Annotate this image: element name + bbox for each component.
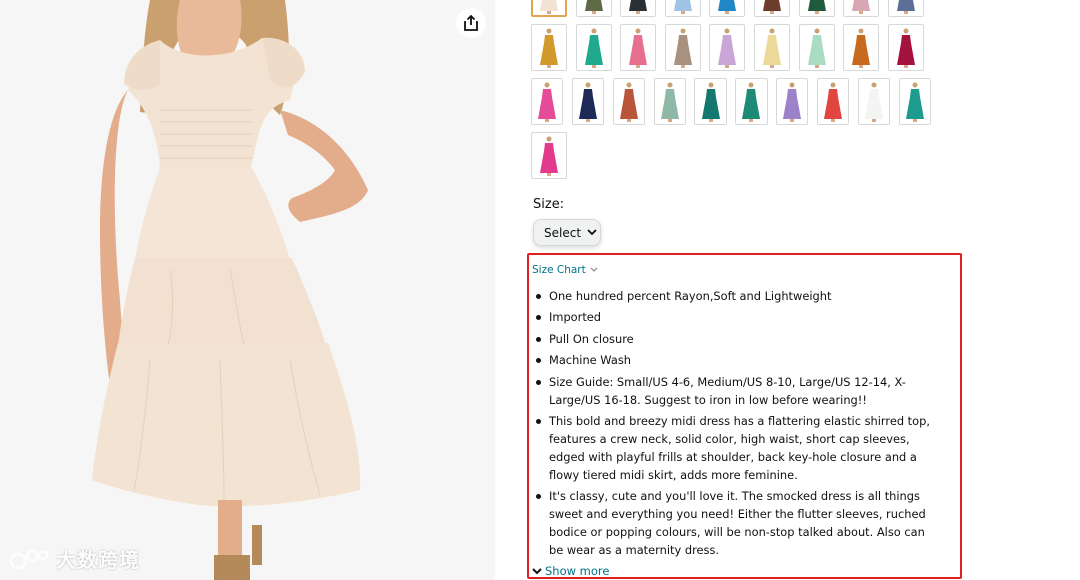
color-swatch[interactable] [887, 0, 924, 17]
color-swatch[interactable] [817, 78, 850, 125]
color-swatch[interactable] [653, 78, 686, 125]
dress-thumbnail-icon [540, 0, 558, 14]
list-item: Machine Wash [536, 351, 934, 369]
dress-thumbnail-icon [762, 28, 781, 68]
color-swatch[interactable] [843, 0, 880, 17]
swatch-row [531, 24, 931, 71]
dress-thumbnail-icon [896, 0, 915, 14]
dress-thumbnail-icon [701, 82, 720, 122]
size-chart-label: Size Chart [532, 264, 586, 276]
dress-thumbnail-icon [578, 82, 597, 122]
color-swatch[interactable] [898, 78, 931, 125]
chevron-down-icon [532, 567, 542, 574]
color-swatch[interactable] [776, 78, 809, 125]
dress-thumbnail-icon [762, 0, 781, 14]
dress-thumbnail-icon [538, 82, 557, 122]
color-swatch[interactable] [620, 24, 657, 71]
color-swatch[interactable] [575, 24, 612, 71]
color-swatch-grid [531, 0, 931, 186]
color-swatch[interactable] [664, 0, 701, 17]
color-swatch[interactable] [531, 132, 567, 179]
color-swatch[interactable] [798, 0, 835, 17]
color-swatch[interactable] [843, 24, 880, 71]
swatch-row [531, 78, 931, 125]
share-button[interactable] [456, 8, 486, 38]
list-item: Size Guide: Small/US 4-6, Medium/US 8-10… [536, 373, 934, 409]
dress-thumbnail-icon [584, 28, 603, 68]
dress-thumbnail-icon [896, 28, 915, 68]
dress-thumbnail-icon [673, 0, 692, 14]
color-swatch[interactable] [664, 24, 701, 71]
dress-thumbnail-icon [619, 82, 638, 122]
color-swatch[interactable] [694, 78, 727, 125]
color-swatch[interactable] [709, 0, 746, 17]
dress-thumbnail-icon [807, 0, 826, 14]
dress-thumbnail-icon [807, 28, 826, 68]
list-item: Imported [536, 308, 934, 326]
dress-thumbnail-icon [718, 0, 737, 14]
show-more-label: Show more [545, 564, 610, 578]
swatch-row [531, 0, 931, 17]
swatch-row [531, 132, 931, 179]
dress-thumbnail-icon [852, 0, 871, 14]
color-swatch[interactable] [857, 78, 891, 125]
dress-thumbnail-icon [540, 28, 558, 68]
dress-model-illustration [0, 0, 495, 580]
dress-thumbnail-icon [584, 0, 603, 14]
dress-thumbnail-icon [540, 136, 558, 176]
watermark-text: 大数跨境 [56, 548, 140, 572]
color-swatch[interactable] [575, 0, 612, 17]
dress-thumbnail-icon [660, 82, 679, 122]
list-item: It's classy, cute and you'll love it. Th… [536, 487, 934, 559]
color-swatch[interactable] [531, 78, 564, 125]
color-swatch[interactable] [531, 24, 567, 71]
show-more-link[interactable]: Show more [532, 564, 609, 578]
color-swatch[interactable] [887, 24, 924, 71]
product-main-image[interactable]: 大数跨境 [0, 0, 495, 580]
list-item: This bold and breezy midi dress has a fl… [536, 412, 934, 484]
dress-thumbnail-icon [783, 82, 802, 122]
color-swatch[interactable] [612, 78, 645, 125]
dress-thumbnail-icon [718, 28, 737, 68]
feature-bullet-list: One hundred percent Rayon,Soft and Light… [536, 287, 934, 563]
color-swatch[interactable] [709, 24, 746, 71]
color-swatch[interactable] [798, 24, 835, 71]
color-swatch[interactable] [753, 0, 790, 17]
color-swatch[interactable] [531, 0, 567, 17]
size-select-dropdown[interactable]: Select [533, 219, 601, 246]
list-item: Pull On closure [536, 330, 934, 348]
dress-thumbnail-icon [673, 28, 692, 68]
dress-thumbnail-icon [852, 28, 871, 68]
dress-thumbnail-icon [629, 28, 648, 68]
share-icon [464, 14, 478, 31]
dress-thumbnail-icon [629, 0, 648, 14]
watermark: 大数跨境 [8, 544, 140, 573]
list-item: One hundred percent Rayon,Soft and Light… [536, 287, 934, 305]
color-swatch[interactable] [620, 0, 657, 17]
color-swatch[interactable] [571, 78, 605, 125]
product-details-highlight: Size Chart One hundred percent Rayon,Sof… [527, 253, 962, 579]
dress-thumbnail-icon [824, 82, 843, 122]
dress-thumbnail-icon [905, 82, 924, 122]
dress-thumbnail-icon [865, 82, 883, 122]
chevron-down-icon [587, 229, 597, 236]
color-swatch[interactable] [735, 78, 768, 125]
size-chart-link[interactable]: Size Chart [532, 264, 598, 276]
size-label: Size: [533, 197, 565, 212]
size-select-value: Select [544, 225, 582, 240]
watermark-logo-icon [9, 549, 49, 569]
chevron-down-icon [590, 267, 598, 272]
color-swatch[interactable] [753, 24, 790, 71]
dress-thumbnail-icon [742, 82, 761, 122]
